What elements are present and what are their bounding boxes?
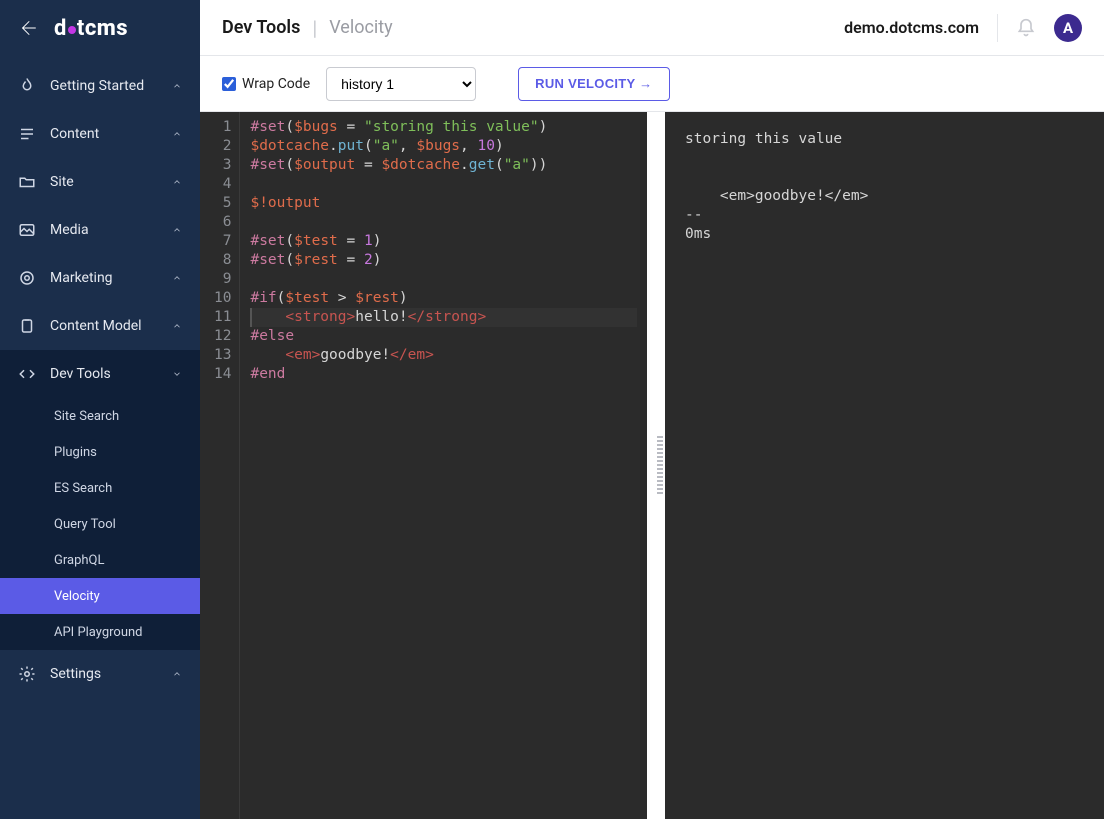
- nav-media[interactable]: Media: [0, 206, 200, 254]
- nav-content[interactable]: Content: [0, 110, 200, 158]
- subnav-plugins[interactable]: Plugins: [0, 434, 200, 470]
- workspace: 1234567891011121314 #set($bugs = "storin…: [200, 112, 1104, 819]
- code-line[interactable]: #set($bugs = "storing this value"): [250, 118, 637, 137]
- topbar: Dev Tools | Velocity demo.dotcms.com A: [200, 0, 1104, 56]
- subnav-label: ES Search: [54, 481, 112, 496]
- chevron-up-icon: [172, 177, 182, 187]
- subnav-query-tool[interactable]: Query Tool: [0, 506, 200, 542]
- dev-tools-submenu: Site Search Plugins ES Search Query Tool…: [0, 398, 200, 650]
- splitter-handle[interactable]: [655, 112, 665, 819]
- code-line[interactable]: #set($output = $dotcache.get("a")): [250, 156, 637, 175]
- subnav-velocity[interactable]: Velocity: [0, 578, 200, 614]
- subnav-label: GraphQL: [54, 553, 104, 568]
- chevron-up-icon: [172, 669, 182, 679]
- nav: Getting Started Content Site Media Marke…: [0, 56, 200, 698]
- history-select[interactable]: history 1: [326, 67, 476, 101]
- chevron-down-icon: [172, 369, 182, 379]
- code-editor[interactable]: 1234567891011121314 #set($bugs = "storin…: [200, 112, 655, 819]
- code-line[interactable]: [250, 175, 637, 194]
- breadcrumb-separator: |: [312, 16, 317, 40]
- code-line[interactable]: [250, 213, 637, 232]
- subnav-graphql[interactable]: GraphQL: [0, 542, 200, 578]
- run-velocity-button[interactable]: RUN VELOCITY →: [518, 67, 669, 101]
- breadcrumb-root: Dev Tools: [222, 17, 300, 38]
- image-icon: [18, 221, 36, 239]
- divider: [997, 14, 998, 42]
- wrap-code-toggle[interactable]: Wrap Code: [222, 76, 310, 92]
- subnav-label: API Playground: [54, 625, 143, 640]
- chevron-up-icon: [172, 81, 182, 91]
- nav-label: Media: [50, 222, 89, 238]
- code-line[interactable]: $dotcache.put("a", $bugs, 10): [250, 137, 637, 156]
- gear-icon: [18, 665, 36, 683]
- avatar[interactable]: A: [1054, 14, 1082, 42]
- output-pane: storing this value <em>goodbye!</em> -- …: [665, 112, 1104, 819]
- code-icon: [18, 365, 36, 383]
- site-selector[interactable]: demo.dotcms.com: [844, 18, 979, 37]
- chevron-up-icon: [172, 129, 182, 139]
- nav-label: Content Model: [50, 318, 142, 334]
- code-line[interactable]: #set($test = 1): [250, 232, 637, 251]
- logo-part1: d: [54, 16, 67, 41]
- subnav-label: Query Tool: [54, 517, 116, 532]
- subnav-api-playground[interactable]: API Playground: [0, 614, 200, 650]
- back-arrow-icon[interactable]: [18, 17, 40, 39]
- code-area[interactable]: #set($bugs = "storing this value")$dotca…: [240, 112, 647, 819]
- output-line: 0ms: [685, 226, 711, 242]
- subnav-es-search[interactable]: ES Search: [0, 470, 200, 506]
- topbar-right: demo.dotcms.com A: [844, 14, 1082, 42]
- nav-label: Content: [50, 126, 99, 142]
- main: Dev Tools | Velocity demo.dotcms.com A W…: [200, 0, 1104, 819]
- flame-icon: [18, 77, 36, 95]
- logo-part3: cms: [85, 16, 128, 41]
- code-line[interactable]: [250, 270, 637, 289]
- code-line[interactable]: <em>goodbye!</em>: [250, 346, 637, 365]
- clipboard-icon: [18, 317, 36, 335]
- nav-label: Getting Started: [50, 78, 144, 94]
- code-line[interactable]: #set($rest = 2): [250, 251, 637, 270]
- subnav-label: Plugins: [54, 445, 97, 460]
- logo-part2: t: [77, 16, 85, 41]
- sidebar-header: dtcms: [0, 0, 200, 56]
- nav-label: Site: [50, 174, 74, 190]
- wrap-code-checkbox[interactable]: [222, 77, 236, 91]
- target-icon: [18, 269, 36, 287]
- nav-getting-started[interactable]: Getting Started: [0, 62, 200, 110]
- subnav-site-search[interactable]: Site Search: [0, 398, 200, 434]
- code-line[interactable]: #if($test > $rest): [250, 289, 637, 308]
- bell-icon[interactable]: [1016, 18, 1036, 38]
- code-line[interactable]: #end: [250, 365, 637, 384]
- wrap-code-label: Wrap Code: [242, 76, 310, 92]
- nav-content-model[interactable]: Content Model: [0, 302, 200, 350]
- list-icon: [18, 125, 36, 143]
- nav-dev-tools[interactable]: Dev Tools: [0, 350, 200, 398]
- logo-dot-icon: [68, 26, 76, 34]
- nav-label: Settings: [50, 666, 101, 682]
- output-line: <em>goodbye!</em>: [685, 188, 868, 204]
- nav-label: Dev Tools: [50, 366, 111, 382]
- nav-label: Marketing: [50, 270, 113, 286]
- chevron-up-icon: [172, 273, 182, 283]
- subnav-label: Velocity: [54, 589, 100, 604]
- chevron-up-icon: [172, 225, 182, 235]
- code-line[interactable]: $!output: [250, 194, 637, 213]
- nav-marketing[interactable]: Marketing: [0, 254, 200, 302]
- toolbar: Wrap Code history 1 RUN VELOCITY →: [200, 56, 1104, 112]
- logo[interactable]: dtcms: [54, 16, 128, 41]
- code-line[interactable]: <strong>hello!</strong>: [250, 308, 637, 327]
- code-line[interactable]: #else: [250, 327, 637, 346]
- sidebar: dtcms Getting Started Content Site Media…: [0, 0, 200, 819]
- nav-site[interactable]: Site: [0, 158, 200, 206]
- folder-icon: [18, 173, 36, 191]
- subnav-label: Site Search: [54, 409, 119, 424]
- nav-settings[interactable]: Settings: [0, 650, 200, 698]
- output-line: --: [685, 207, 702, 223]
- breadcrumb-leaf: Velocity: [329, 17, 392, 38]
- line-gutter: 1234567891011121314: [200, 112, 240, 819]
- chevron-up-icon: [172, 321, 182, 331]
- output-line: storing this value: [685, 131, 842, 147]
